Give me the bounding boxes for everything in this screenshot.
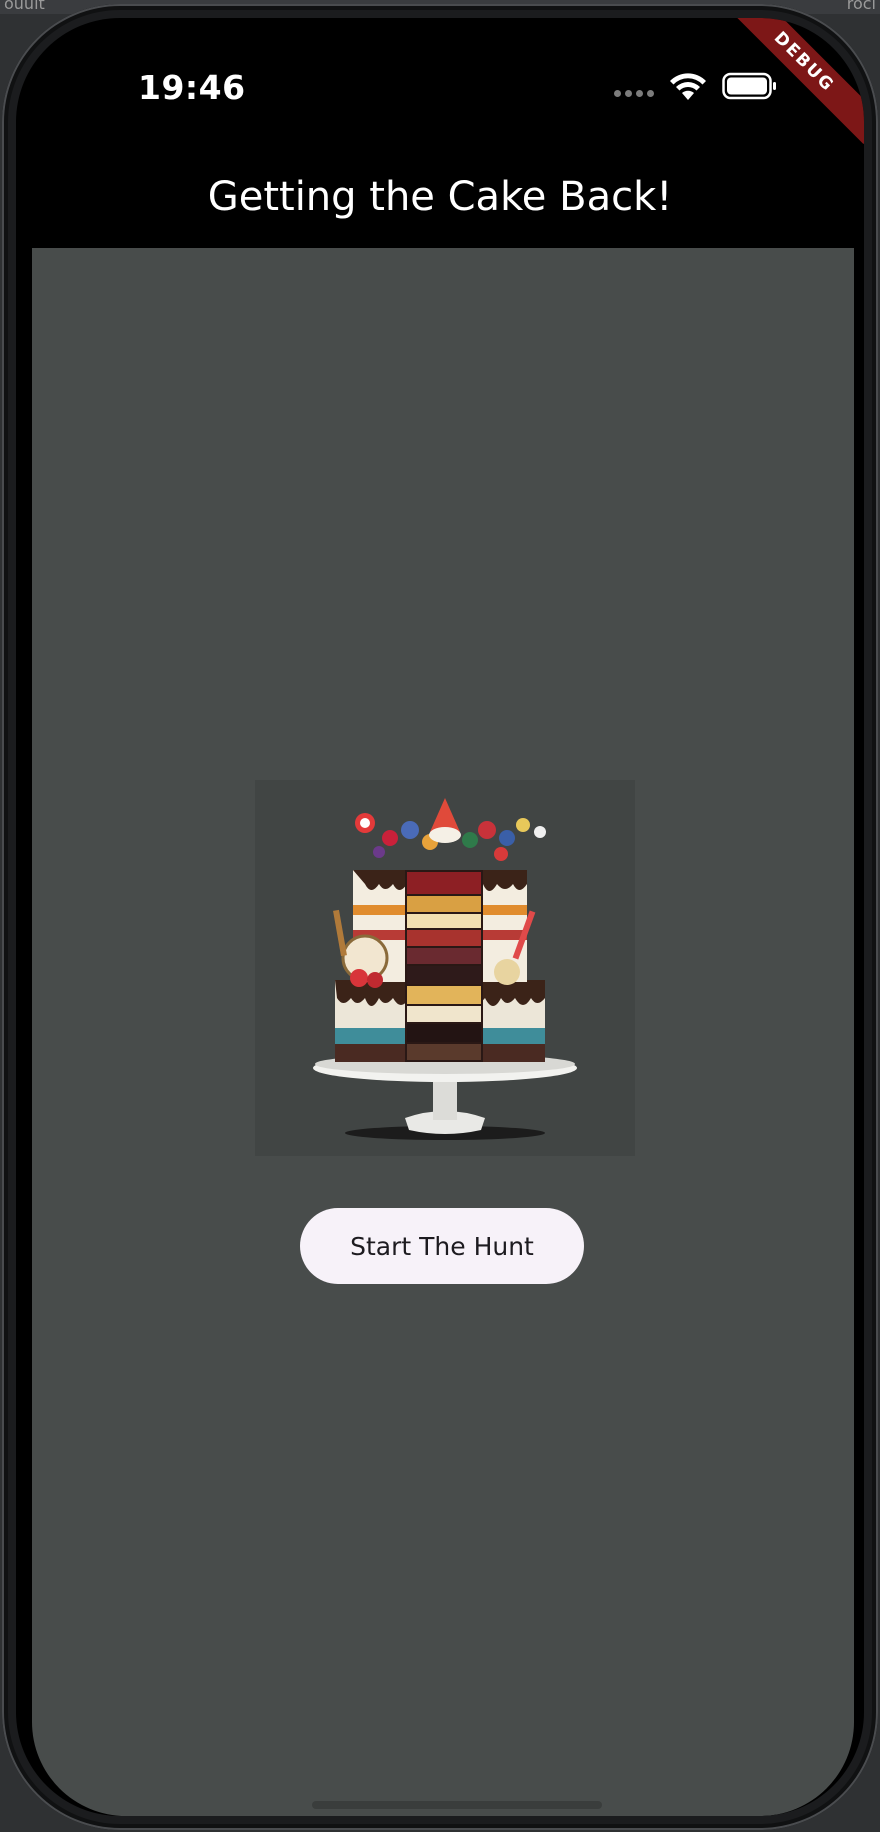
cellular-signal-icon bbox=[614, 90, 654, 97]
home-indicator[interactable] bbox=[312, 1801, 602, 1809]
host-toolbar-label: roci bbox=[846, 0, 876, 13]
wifi-icon bbox=[670, 73, 706, 100]
page-title: Getting the Cake Back! bbox=[207, 174, 673, 220]
layered-cake-illustration bbox=[313, 798, 577, 1140]
phone-screen: 19:46 DEBUG Getting the Cake Back! Start… bbox=[16, 18, 864, 1816]
cake-image bbox=[255, 780, 635, 1156]
battery-icon bbox=[722, 72, 776, 100]
start-hunt-button[interactable]: Start The Hunt bbox=[300, 1208, 584, 1284]
main-content: Start The Hunt bbox=[32, 248, 854, 1816]
host-tab-label: ouuit bbox=[4, 0, 45, 13]
status-bar: 19:46 DEBUG bbox=[16, 18, 864, 148]
phone-frame: 19:46 DEBUG Getting the Cake Back! Start… bbox=[2, 4, 878, 1830]
status-time: 19:46 bbox=[138, 68, 246, 107]
app-bar: Getting the Cake Back! bbox=[16, 148, 864, 246]
